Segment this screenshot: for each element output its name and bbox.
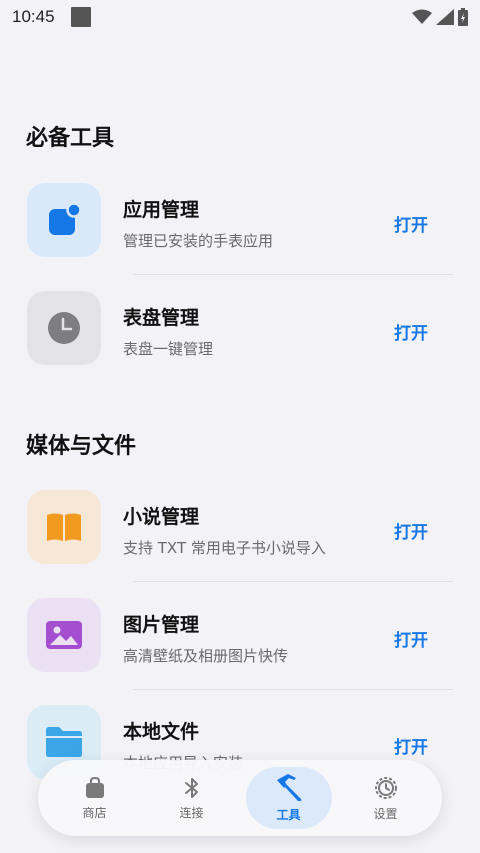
item-title: 本地文件 bbox=[123, 721, 200, 743]
section-title-essential-tools: 必备工具 bbox=[26, 126, 115, 151]
open-button[interactable]: 打开 bbox=[394, 733, 428, 758]
nav-item-connect[interactable]: 连接 bbox=[149, 767, 235, 829]
status-bar: 10:45 bbox=[0, 0, 480, 34]
item-subtitle: 高清壁纸及相册图片快传 bbox=[123, 647, 289, 665]
divider bbox=[133, 581, 453, 582]
divider bbox=[133, 274, 453, 275]
signal-icon bbox=[436, 9, 454, 25]
item-title: 表盘管理 bbox=[123, 307, 200, 329]
status-icons bbox=[412, 8, 468, 26]
item-title: 应用管理 bbox=[123, 199, 200, 221]
list-item-image-management[interactable]: 图片管理 高清壁纸及相册图片快传 打开 bbox=[0, 598, 480, 698]
item-title: 图片管理 bbox=[123, 614, 200, 636]
app-icon bbox=[49, 203, 81, 235]
gear-icon bbox=[374, 776, 397, 799]
wifi-icon bbox=[412, 9, 432, 24]
image-icon bbox=[46, 621, 82, 649]
bluetooth-icon bbox=[184, 777, 198, 798]
divider bbox=[133, 689, 453, 690]
list-item-novel-management[interactable]: 小说管理 支持 TXT 常用电子书小说导入 打开 bbox=[0, 490, 480, 590]
item-subtitle: 表盘一键管理 bbox=[123, 340, 214, 358]
nav-item-settings[interactable]: 设置 bbox=[343, 767, 429, 829]
open-button[interactable]: 打开 bbox=[394, 319, 428, 344]
nav-label: 设置 bbox=[373, 806, 398, 821]
shopping-bag-icon bbox=[85, 776, 104, 798]
nav-item-store[interactable]: 商店 bbox=[52, 767, 138, 829]
hammer-icon bbox=[276, 773, 301, 801]
nav-label: 工具 bbox=[276, 807, 301, 822]
list-item-watchface-management[interactable]: 表盘管理 表盘一键管理 打开 bbox=[0, 291, 480, 391]
nav-item-tools[interactable]: 工具 bbox=[245, 767, 332, 829]
section-title-media-files: 媒体与文件 bbox=[26, 434, 137, 459]
item-title: 小说管理 bbox=[123, 506, 200, 528]
open-button[interactable]: 打开 bbox=[394, 211, 428, 236]
open-button[interactable]: 打开 bbox=[394, 626, 428, 651]
item-subtitle: 支持 TXT 常用电子书小说导入 bbox=[123, 539, 326, 557]
watchface-management-tile bbox=[27, 291, 101, 365]
book-icon bbox=[47, 513, 81, 541]
nav-label: 商店 bbox=[82, 805, 107, 820]
notification-icon bbox=[70, 7, 91, 27]
list-item-app-management[interactable]: 应用管理 管理已安装的手表应用 打开 bbox=[0, 183, 480, 283]
open-button[interactable]: 打开 bbox=[394, 518, 428, 543]
clock-icon bbox=[48, 312, 80, 344]
battery-icon bbox=[458, 8, 468, 26]
status-time: 10:45 bbox=[12, 7, 55, 26]
app-management-tile bbox=[27, 183, 101, 257]
novel-management-tile bbox=[27, 490, 101, 564]
nav-label: 连接 bbox=[179, 805, 204, 820]
image-management-tile bbox=[27, 598, 101, 672]
item-subtitle: 管理已安装的手表应用 bbox=[123, 232, 274, 250]
bottom-nav: 商店 连接 工具 设置 bbox=[38, 760, 442, 836]
folder-icon bbox=[46, 727, 82, 757]
